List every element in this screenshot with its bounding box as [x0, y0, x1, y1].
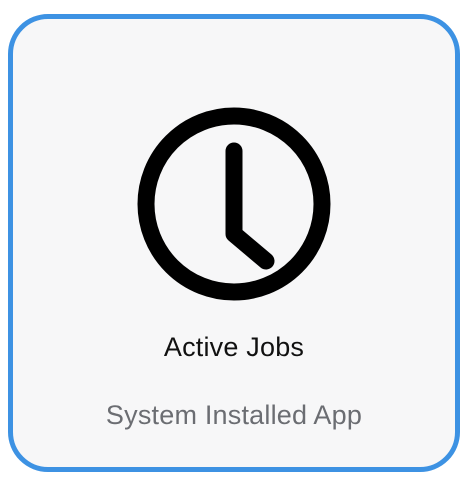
app-subtitle: System Installed App: [105, 400, 363, 430]
app-title: Active Jobs: [163, 332, 305, 362]
clock-icon: [129, 99, 339, 309]
app-card-active-jobs[interactable]: Active Jobs System Installed App: [8, 14, 460, 472]
